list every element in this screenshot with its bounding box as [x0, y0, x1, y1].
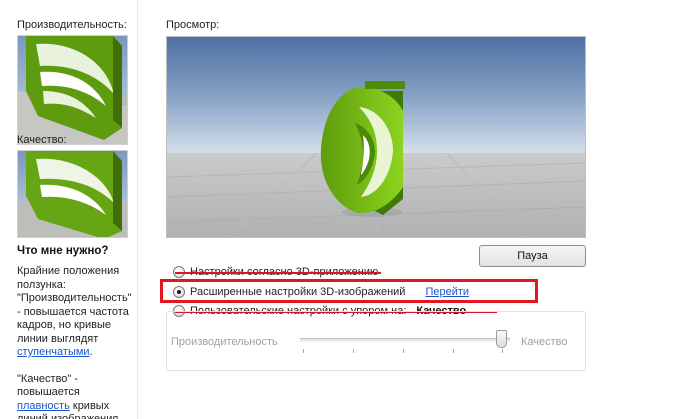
help-text-performance: Крайние положения ползунка: "Производите… — [17, 265, 132, 345]
slider-tick — [353, 349, 354, 353]
slider-right-label: Качество — [521, 336, 568, 348]
performance-label: Производительность: — [17, 19, 127, 31]
3d-preview-viewport — [166, 36, 586, 238]
slider-tick — [502, 349, 503, 353]
strike-through-app-controlled — [175, 272, 381, 274]
help-text-quality: "Качество" - повышается — [17, 372, 80, 399]
option-advanced-3d-settings[interactable]: Расширенные настройки 3D-изображений Пер… — [173, 284, 469, 300]
jagged-link[interactable]: ступенчатыми — [17, 346, 90, 358]
smoothness-link[interactable]: плавность — [17, 400, 70, 412]
slider-track[interactable] — [300, 338, 510, 342]
help-text: Крайние положения ползунка: "Производите… — [17, 265, 135, 419]
slider-thumb[interactable] — [496, 330, 507, 348]
help-title: Что мне нужно? — [17, 245, 109, 257]
help-text-period: . — [89, 346, 93, 358]
preview-label: Просмотр: — [166, 19, 220, 31]
slider-tick — [403, 349, 404, 353]
performance-preview-thumbnail — [17, 35, 128, 145]
slider-tick — [303, 349, 304, 353]
radio-advanced-3d-settings[interactable] — [173, 286, 185, 298]
goto-link[interactable]: Перейти — [425, 286, 469, 298]
quality-preview-thumbnail — [17, 150, 128, 238]
slider-tick — [453, 349, 454, 353]
option-advanced-3d-settings-label: Расширенные настройки 3D-изображений — [190, 286, 406, 298]
left-panel: Производительность: Качество: Что мне ну… — [0, 0, 138, 419]
pause-button[interactable]: Пауза — [479, 245, 586, 267]
slider-left-label: Производительность — [171, 336, 278, 348]
quality-label: Качество: — [17, 134, 67, 146]
